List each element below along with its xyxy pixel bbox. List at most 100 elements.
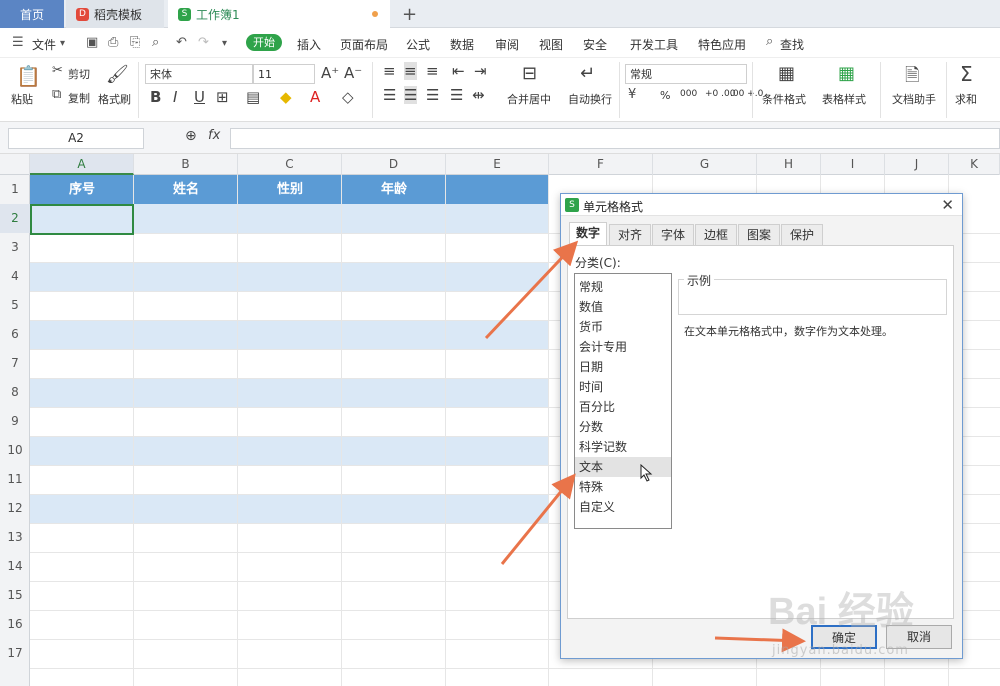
paste-label[interactable]: 粘贴 <box>11 91 33 107</box>
menu-start[interactable]: 开始 <box>246 34 282 51</box>
menu-search[interactable]: 查找 <box>780 36 804 53</box>
list-item[interactable]: 会计专用 <box>579 337 671 357</box>
formula-input[interactable] <box>230 128 1000 149</box>
column-header[interactable]: H <box>757 154 821 175</box>
list-item[interactable]: 特殊 <box>579 477 671 497</box>
row-header[interactable]: 17 <box>0 639 30 668</box>
number-format-select[interactable]: 常规 <box>625 64 747 84</box>
zoom-lookup-icon[interactable]: ⊕ <box>185 128 197 144</box>
list-item[interactable]: 分数 <box>579 417 671 437</box>
active-cell-a2[interactable] <box>30 204 134 235</box>
table-header-cell[interactable]: 姓名 <box>134 175 238 204</box>
menu-security[interactable]: 安全 <box>583 36 607 53</box>
menu-developer[interactable]: 开发工具 <box>630 36 678 53</box>
clear-format-icon[interactable]: ◇ <box>342 88 354 106</box>
tab-workbook[interactable]: S 工作簿1 <box>168 0 390 28</box>
underline-icon[interactable]: U <box>194 88 205 106</box>
fill-style-icon[interactable]: ▤ <box>246 88 260 106</box>
chevron-down-icon[interactable]: ▾ <box>60 38 65 49</box>
save-icon[interactable]: ▣ <box>86 35 98 50</box>
row-header[interactable]: 16 <box>0 610 30 639</box>
align-right-icon[interactable]: ☰ <box>426 86 439 104</box>
hamburger-icon[interactable]: ☰ <box>12 35 24 50</box>
menu-view[interactable]: 视图 <box>539 36 563 53</box>
row-header[interactable]: 3 <box>0 233 30 262</box>
decrease-decimal-button[interactable]: .00 +.0 <box>730 89 763 99</box>
format-painter-label[interactable]: 格式刷 <box>98 91 131 107</box>
align-middle-icon[interactable]: ≡ <box>404 62 417 80</box>
table-header-cell[interactable]: 年龄 <box>342 175 446 204</box>
name-box[interactable]: A2 <box>8 128 144 149</box>
tab-number[interactable]: 数字 <box>569 222 607 246</box>
menu-page-layout[interactable]: 页面布局 <box>340 36 388 53</box>
menu-insert[interactable]: 插入 <box>297 36 321 53</box>
select-all-corner[interactable] <box>0 154 30 175</box>
list-item[interactable]: 自定义 <box>579 497 671 517</box>
row-header[interactable]: 4 <box>0 262 30 291</box>
customize-chevron-icon[interactable]: ▾ <box>222 38 227 49</box>
sum-icon[interactable]: Σ <box>960 62 973 86</box>
tab-alignment[interactable]: 对齐 <box>609 224 651 245</box>
column-header[interactable]: C <box>238 154 342 175</box>
font-size-select[interactable]: 11 <box>253 64 315 84</box>
format-painter-icon[interactable]: 🖌 <box>106 64 129 85</box>
row-header[interactable]: 13 <box>0 523 30 552</box>
tab-protection[interactable]: 保护 <box>781 224 823 245</box>
column-header[interactable]: A <box>30 154 134 175</box>
print-icon[interactable]: ⎘ <box>130 35 140 50</box>
cut-icon[interactable]: ✂ <box>52 63 63 78</box>
merge-center-icon[interactable]: ⊟ <box>522 63 537 84</box>
font-color-icon[interactable]: A <box>310 88 320 106</box>
wrap-text-icon[interactable]: ↵ <box>580 63 595 84</box>
table-style-icon[interactable]: ▦ <box>838 63 855 84</box>
list-item[interactable]: 日期 <box>579 357 671 377</box>
currency-icon[interactable]: ¥ <box>628 87 636 102</box>
menu-file[interactable]: 文件 <box>32 36 56 53</box>
list-item[interactable]: 时间 <box>579 377 671 397</box>
row-header[interactable]: 10 <box>0 436 30 465</box>
table-style-label[interactable]: 表格样式 <box>822 91 866 107</box>
conditional-format-label[interactable]: 条件格式 <box>762 91 806 107</box>
copy-label[interactable]: 复制 <box>68 90 90 106</box>
row-header[interactable]: 8 <box>0 378 30 407</box>
merge-center-label[interactable]: 合并居中 <box>507 91 551 107</box>
menu-review[interactable]: 审阅 <box>495 36 519 53</box>
column-header[interactable]: E <box>446 154 549 175</box>
document-helper-label[interactable]: 文档助手 <box>892 91 936 107</box>
wrap-text-label[interactable]: 自动换行 <box>568 91 612 107</box>
fx-icon[interactable]: fx <box>208 128 220 143</box>
indent-decrease-icon[interactable]: ⇤ <box>452 62 465 80</box>
align-center-icon[interactable]: ☰ <box>404 86 418 104</box>
row-header[interactable]: 5 <box>0 291 30 320</box>
thousands-button[interactable]: 000 <box>680 89 697 99</box>
row-header[interactable]: 7 <box>0 349 30 378</box>
row-header[interactable]: 15 <box>0 581 30 610</box>
list-item[interactable]: 百分比 <box>579 397 671 417</box>
column-header[interactable]: J <box>885 154 949 175</box>
column-header[interactable]: K <box>949 154 1000 175</box>
list-item-selected[interactable]: 文本 <box>575 457 671 477</box>
tab-font[interactable]: 字体 <box>652 224 694 245</box>
conditional-format-icon[interactable]: ▦ <box>778 63 795 84</box>
row-header[interactable]: 11 <box>0 465 30 494</box>
search-icon[interactable]: ⌕ <box>766 34 773 49</box>
distribute-icon[interactable]: ⇹ <box>472 86 485 104</box>
fill-color-icon[interactable]: ◆ <box>280 88 292 106</box>
indent-increase-icon[interactable]: ⇥ <box>474 62 487 80</box>
list-item[interactable]: 货币 <box>579 317 671 337</box>
list-item[interactable]: 数值 <box>579 297 671 317</box>
dialog-titlebar[interactable]: S 单元格格式 ✕ <box>561 194 962 216</box>
decrease-font-icon[interactable]: A⁻ <box>344 64 362 82</box>
new-tab-button[interactable]: + <box>402 4 417 25</box>
category-list[interactable]: 常规 数值 货币 会计专用 日期 时间 百分比 分数 科学记数 文本 特殊 自定… <box>574 273 672 529</box>
table-header-cell[interactable]: 序号 <box>30 175 134 204</box>
document-helper-icon[interactable]: 🗎 <box>905 63 919 93</box>
menu-formula[interactable]: 公式 <box>406 36 430 53</box>
row-header[interactable]: 2 <box>0 204 30 233</box>
row-header[interactable]: 14 <box>0 552 30 581</box>
column-header[interactable]: B <box>134 154 238 175</box>
align-left-icon[interactable]: ☰ <box>383 86 396 104</box>
italic-icon[interactable]: I <box>173 88 177 106</box>
redo-icon[interactable]: ↷ <box>198 35 209 50</box>
cut-label[interactable]: 剪切 <box>68 66 90 82</box>
